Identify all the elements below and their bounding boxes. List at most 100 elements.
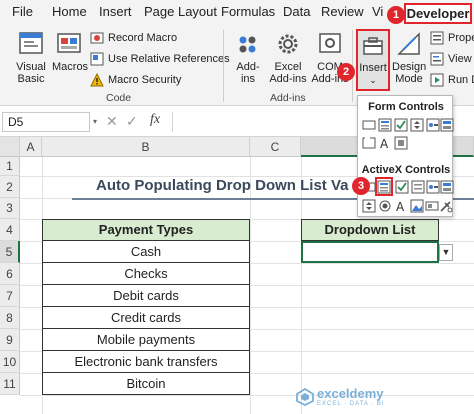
use-relative-references-button[interactable]: Use Relative References <box>90 52 230 66</box>
row-header-9[interactable]: 9 <box>0 329 20 351</box>
payment-type-cell[interactable]: Electronic bank transfers <box>42 351 250 373</box>
watermark-name: exceldemy <box>317 386 384 401</box>
properties-label: Prope <box>448 32 474 44</box>
row-header-3[interactable]: 3 <box>0 198 20 219</box>
warning-icon <box>90 73 104 87</box>
ribbon: Visual Basic Macros Record Macro Use Rel… <box>0 26 474 106</box>
macros-icon <box>57 33 81 53</box>
column-header-c[interactable]: C <box>250 137 301 157</box>
label-control-icon[interactable]: A <box>378 136 392 150</box>
name-box[interactable]: D5 <box>2 112 90 132</box>
checkbox-control-icon[interactable] <box>394 118 408 132</box>
row-header-7[interactable]: 7 <box>0 285 20 307</box>
tab-data[interactable]: Data <box>283 4 310 19</box>
spin-button-control-icon[interactable] <box>410 118 424 132</box>
row-header-8[interactable]: 8 <box>0 307 20 329</box>
activex-text-box-icon[interactable] <box>426 180 440 194</box>
payment-type-cell[interactable]: Cash <box>42 241 250 263</box>
column-header-b[interactable]: B <box>42 137 250 157</box>
more-controls-icon[interactable] <box>439 199 453 213</box>
activex-toggle-button-icon[interactable] <box>425 199 439 213</box>
payment-type-cell[interactable]: Checks <box>42 263 250 285</box>
chevron-down-icon: ⌄ <box>369 75 377 85</box>
row-header-6[interactable]: 6 <box>0 263 20 285</box>
activex-controls-heading: ActiveX Controls <box>361 164 451 176</box>
tab-formulas[interactable]: Formulas <box>221 4 275 19</box>
macros-label: Macros <box>52 61 89 73</box>
record-macro-icon <box>90 32 104 44</box>
run-dialog-icon <box>430 73 444 87</box>
view-code-button[interactable]: View C <box>430 52 474 66</box>
tab-home[interactable]: Home <box>52 4 87 19</box>
row-header-10[interactable]: 10 <box>0 351 20 373</box>
name-box-dropdown-icon[interactable]: ▾ <box>93 117 97 126</box>
button-control-icon[interactable] <box>362 118 376 132</box>
row-header-1[interactable]: 1 <box>0 157 20 176</box>
option-button-control-icon[interactable] <box>440 118 454 132</box>
payment-types-header[interactable]: Payment Types <box>42 219 250 241</box>
activex-label-icon[interactable]: A <box>394 199 408 213</box>
properties-button[interactable]: Prope <box>430 31 474 45</box>
row-header-5[interactable]: 5 <box>0 241 20 263</box>
confirm-icon[interactable]: ✓ <box>126 113 138 130</box>
tab-review[interactable]: Review <box>321 4 364 19</box>
scroll-bar-control-icon[interactable] <box>394 136 408 150</box>
visual-basic-button[interactable]: Visual Basic <box>10 30 52 85</box>
relative-references-icon <box>90 52 104 66</box>
macro-security-button[interactable]: Macro Security <box>90 73 181 87</box>
view-code-icon <box>430 52 444 66</box>
activex-image-icon[interactable] <box>410 199 424 213</box>
payment-type-cell[interactable]: Bitcoin <box>42 373 250 395</box>
record-macro-label: Record Macro <box>108 32 178 44</box>
tab-page-layout[interactable]: Page Layout <box>144 4 217 19</box>
tab-file[interactable]: File <box>12 4 33 19</box>
tab-insert[interactable]: Insert <box>99 4 132 19</box>
activex-checkbox-icon[interactable] <box>395 180 409 194</box>
activex-scroll-bar-icon[interactable] <box>440 180 454 194</box>
use-relative-references-label: Use Relative References <box>108 53 230 65</box>
row-header-4[interactable]: 4 <box>0 219 20 241</box>
sheet-title: Auto Populating Drop Down List Va <box>96 177 349 194</box>
payment-type-cell[interactable]: Credit cards <box>42 307 250 329</box>
design-mode-button[interactable]: Design Mode <box>392 30 426 85</box>
tab-view[interactable]: Vi <box>372 4 383 19</box>
list-box-control-icon[interactable] <box>426 118 440 132</box>
tab-developer[interactable]: Developer <box>404 3 472 24</box>
payment-type-cell[interactable]: Debit cards <box>42 285 250 307</box>
activex-list-box-icon[interactable] <box>411 180 425 194</box>
step-badge-3: 3 <box>352 177 370 195</box>
activex-spin-button-icon[interactable] <box>362 199 376 213</box>
combo-box-control-icon[interactable] <box>378 118 392 132</box>
dropdown-list-header[interactable]: Dropdown List <box>301 219 439 241</box>
visual-basic-label: Visual Basic <box>16 61 46 85</box>
code-group-label: Code <box>106 92 132 104</box>
design-mode-icon <box>397 32 420 55</box>
macro-security-label: Macro Security <box>108 74 182 86</box>
watermark: exceldemy EXCEL · DATA · BI <box>296 386 385 407</box>
insert-label: Insert <box>359 62 387 74</box>
add-ins-button[interactable]: Add-ins <box>230 30 266 85</box>
row-header-2[interactable]: 2 <box>0 176 20 198</box>
dropdown-cell-d5[interactable] <box>301 241 439 263</box>
excel-add-ins-label: Excel Add-ins <box>269 61 307 85</box>
record-macro-button[interactable]: Record Macro <box>90 31 177 45</box>
toolbox-icon <box>363 37 383 55</box>
dropdown-arrow-icon[interactable]: ▼ <box>439 244 453 261</box>
step-badge-1: 1 <box>387 6 405 24</box>
activex-combo-box-icon[interactable] <box>377 180 391 194</box>
insert-function-icon[interactable]: fx <box>150 112 160 128</box>
group-box-control-icon[interactable] <box>362 136 376 150</box>
activex-option-button-icon[interactable] <box>378 199 392 213</box>
insert-controls-button[interactable]: Insert ⌄ <box>356 29 390 91</box>
run-dialog-button[interactable]: Run D <box>430 73 474 87</box>
excel-add-ins-button[interactable]: Excel Add-ins <box>268 30 308 85</box>
add-ins-icon <box>239 36 256 53</box>
row-header-11[interactable]: 11 <box>0 373 20 395</box>
gear-icon <box>278 34 298 54</box>
payment-type-cell[interactable]: Mobile payments <box>42 329 250 351</box>
cancel-icon[interactable]: ✕ <box>106 113 118 130</box>
column-header-a[interactable]: A <box>20 137 42 157</box>
add-ins-label: Add-ins <box>236 61 260 85</box>
macros-button[interactable]: Macros <box>52 30 89 73</box>
select-all-corner[interactable] <box>0 137 20 157</box>
